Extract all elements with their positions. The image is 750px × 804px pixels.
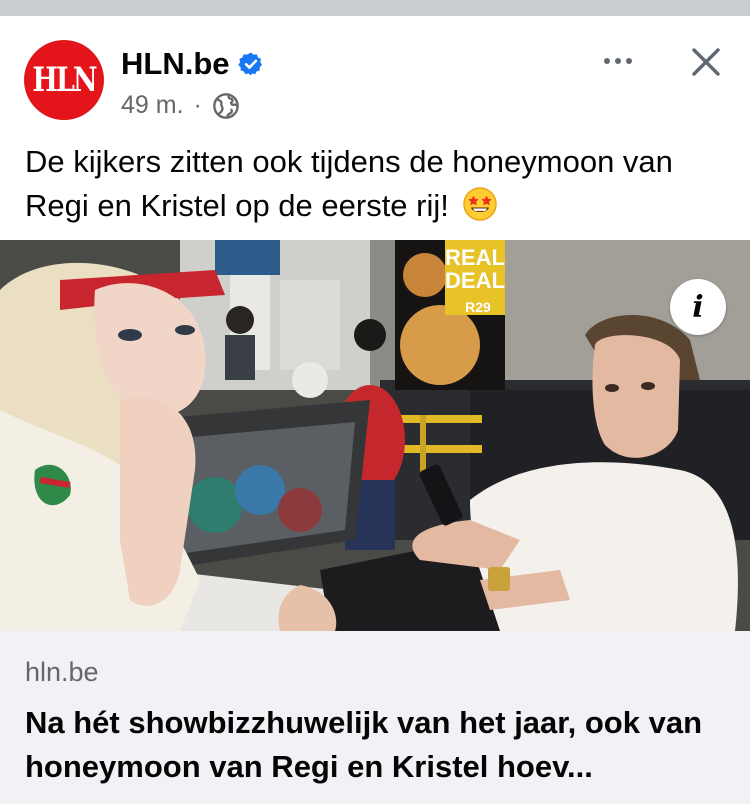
page-avatar[interactable]: HLN: [24, 40, 104, 120]
post-caption-text: De kijkers zitten ook tijdens de honeymo…: [25, 144, 673, 223]
globe-icon: [213, 92, 239, 119]
image-info-button[interactable]: i: [670, 279, 726, 335]
page-name-row: HLN.be: [121, 46, 264, 82]
meta-separator: ·: [193, 91, 202, 119]
link-preview-card[interactable]: hln.be Na hét showbizzhuwelijk van het j…: [0, 631, 750, 804]
dot-icon: [626, 58, 632, 64]
more-options-button[interactable]: [594, 46, 642, 76]
page-name[interactable]: HLN.be: [121, 46, 230, 82]
sign-line-2: DEAL: [445, 268, 505, 293]
feed-divider: [0, 0, 750, 16]
feed-post: HLN HLN.be 49 m. · De kijkers zitten ook…: [0, 16, 750, 804]
dot-icon: [615, 58, 621, 64]
post-meta: 49 m. ·: [121, 91, 240, 120]
post-caption: De kijkers zitten ook tijdens de honeymo…: [25, 140, 725, 228]
sign-line-1: REAL: [445, 245, 505, 270]
link-domain: hln.be: [25, 657, 99, 687]
info-icon: i: [692, 289, 704, 325]
verified-badge-icon: [237, 52, 262, 76]
dot-icon: [604, 58, 610, 64]
avatar-logo-text: HLN: [32, 60, 97, 100]
post-timestamp[interactable]: 49 m.: [121, 91, 184, 120]
sign-price: R29: [465, 299, 491, 315]
close-icon[interactable]: [686, 42, 726, 82]
post-photo[interactable]: REAL DEAL R29: [0, 240, 750, 631]
link-headline[interactable]: Na hét showbizzhuwelijk van het jaar, oo…: [25, 701, 730, 789]
star-struck-emoji-icon: [462, 187, 497, 221]
